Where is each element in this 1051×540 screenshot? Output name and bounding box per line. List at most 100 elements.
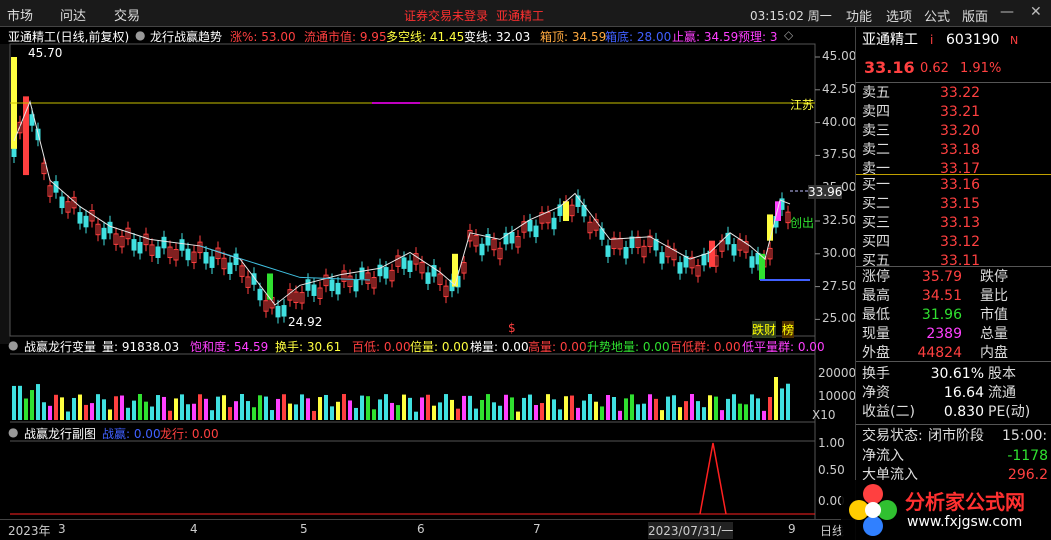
volume-bar — [30, 390, 34, 420]
close-icon[interactable]: ✕ — [1030, 4, 1042, 20]
volume-gaoliang: 高量: 0.00 — [528, 340, 587, 354]
info-icon[interactable]: i — [930, 31, 933, 50]
watermark-title: 分析家公式网 — [905, 490, 1025, 514]
circle-icon[interactable]: ● — [8, 338, 18, 352]
candle-body — [527, 219, 533, 232]
volume-bar — [762, 410, 766, 420]
price-axis-label: 25.00 — [822, 311, 857, 326]
signal-bar — [709, 240, 715, 267]
stat-label: 跌停 — [980, 269, 1008, 285]
signal-bar — [563, 201, 569, 221]
sub-indicator-series — [10, 442, 815, 515]
volume-bar — [648, 394, 652, 420]
market-flag: N — [1010, 34, 1019, 47]
volume-liang: 量: 91838.03 — [102, 340, 180, 354]
candle-body — [311, 284, 317, 296]
candle-body — [509, 231, 515, 244]
volume-bar — [198, 394, 202, 420]
vol-axis-10000: 10000 — [818, 389, 857, 403]
volume-bar — [72, 397, 76, 420]
order-label: 卖二 — [862, 142, 890, 158]
minimize-icon[interactable]: — — [1000, 4, 1014, 20]
volume-bar — [492, 402, 496, 420]
volume-bar — [102, 399, 106, 420]
watermark-url: www.fxjgsw.com — [907, 514, 1023, 530]
volume-bar — [54, 394, 58, 420]
candle-body — [659, 252, 665, 264]
volume-tiliang: 梯量: 0.00 — [470, 340, 529, 354]
volume-bar — [624, 398, 628, 420]
volume-bar — [240, 394, 244, 420]
buy-level-row[interactable]: 买一 33.16 — [862, 176, 1048, 195]
volume-bar — [342, 394, 346, 420]
order-price: 33.15 — [940, 196, 981, 212]
candle-body — [179, 239, 185, 251]
volume-bar — [114, 396, 118, 420]
candle-body — [335, 282, 341, 295]
candle-body — [305, 279, 311, 291]
sell-level-row[interactable]: 卖四 33.21 — [862, 103, 1048, 122]
xaxis-label: 6 — [417, 522, 425, 536]
sub-indicator-name[interactable]: 战赢龙行副图 — [24, 425, 96, 441]
volume-bar — [534, 404, 538, 420]
candle-body — [731, 244, 737, 256]
volume-bar — [636, 404, 640, 420]
quote-panel: 亚通精工 i 603190 N 33.16 0.62 1.91% 卖五 33.22… — [855, 27, 1051, 540]
volume-bar — [612, 396, 616, 420]
stat-row: 最低 31.96 市值 — [862, 306, 1048, 325]
buy-level-row[interactable]: 买四 33.12 — [862, 233, 1048, 252]
stat-label: 最低 — [862, 307, 890, 323]
order-price: 33.20 — [940, 123, 981, 139]
order-label: 卖三 — [862, 123, 890, 139]
volume-bar — [162, 396, 166, 420]
menu-options[interactable]: 选项 — [886, 6, 912, 25]
sell-level-row[interactable]: 卖五 33.22 — [862, 84, 1048, 103]
buy-level-row[interactable]: 买二 33.15 — [862, 195, 1048, 214]
current-price-label: 33.96 — [808, 185, 843, 199]
circle-icon[interactable]: ● — [8, 425, 18, 439]
volume-baidiqun: 百低群: 0.00 — [670, 340, 741, 354]
volume-bar — [414, 411, 418, 420]
order-price: 33.12 — [940, 234, 981, 250]
volume-bar — [138, 394, 142, 420]
volume-bar — [372, 409, 376, 420]
sell-level-row[interactable]: 卖二 33.18 — [862, 141, 1048, 160]
volume-bar — [180, 394, 184, 420]
candle-body — [257, 288, 263, 301]
volume-indicator-name[interactable]: 战赢龙行变量 — [24, 338, 96, 354]
volume-bar — [366, 396, 370, 420]
stat-label: 涨停 — [862, 269, 890, 285]
volume-bar — [132, 400, 136, 420]
volume-bar — [378, 399, 382, 420]
order-label: 买一 — [862, 177, 890, 193]
volume-bars — [12, 377, 790, 420]
volume-bar — [234, 401, 238, 420]
vol-axis-20000: 20000 — [818, 366, 857, 380]
sell-level-row[interactable]: 卖三 33.20 — [862, 122, 1048, 141]
sub-zhanying: 战赢: 0.00 — [102, 427, 161, 441]
volume-bar — [318, 397, 322, 420]
volume-bar — [96, 394, 100, 420]
volume-title-bar: ● 战赢龙行变量 量: 91838.03 饱和度: 54.59 换手: 30.6… — [0, 337, 855, 354]
price-pct: 1.91% — [960, 61, 1002, 76]
order-price: 33.18 — [940, 142, 981, 158]
menu-formula[interactable]: 公式 — [924, 6, 950, 25]
volume-bar — [672, 395, 676, 420]
volume-bar — [774, 377, 778, 420]
vol-axis-unit: X10 — [812, 408, 836, 422]
volume-bar — [354, 407, 358, 420]
menu-layout[interactable]: 版面 — [962, 6, 988, 25]
volume-bar — [432, 405, 436, 420]
volume-bar — [12, 385, 16, 420]
finance-label: 净资 — [862, 385, 890, 401]
volume-bar — [732, 394, 736, 420]
stat-value: 31.96 — [921, 307, 962, 323]
buy-level-row[interactable]: 买三 33.13 — [862, 214, 1048, 233]
volume-bar — [282, 394, 286, 420]
order-label: 卖五 — [862, 85, 890, 101]
volume-bar — [780, 388, 784, 420]
price-axis-label: 40.00 — [822, 114, 857, 129]
volume-bar — [120, 395, 124, 420]
stat-label: 总量 — [980, 326, 1008, 342]
candlestick-series — [11, 57, 791, 324]
